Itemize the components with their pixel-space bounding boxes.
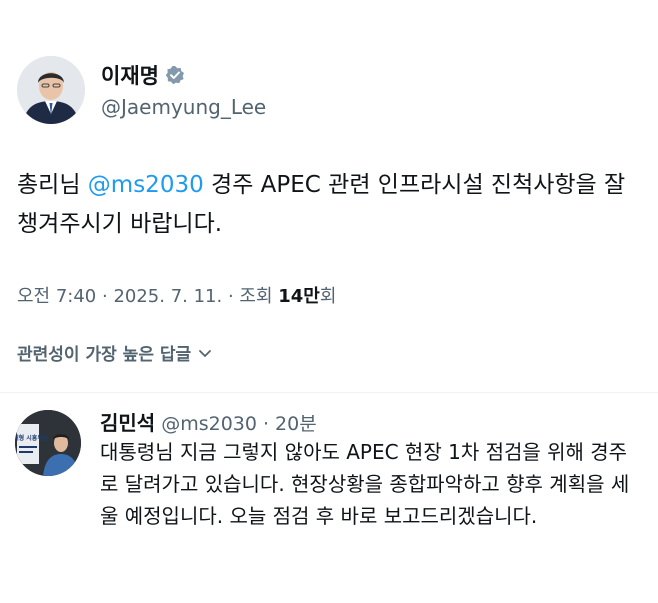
author-name-row: 이재명 bbox=[101, 60, 185, 90]
tweet-meta: 오전 7:40 · 2025. 7. 11. · 조회 14만회 bbox=[17, 282, 336, 308]
reply-time[interactable]: 20분 bbox=[275, 409, 317, 436]
author-handle[interactable]: @Jaemyung_Lee bbox=[101, 95, 266, 119]
meta-separator: · bbox=[96, 286, 114, 307]
chevron-down-icon bbox=[197, 345, 213, 361]
views-label: 조회 bbox=[239, 286, 279, 307]
tweet-date[interactable]: 2025. 7. 11. bbox=[113, 286, 222, 307]
reply-author-name[interactable]: 김민석 bbox=[100, 407, 155, 436]
views-label-suffix: 회 bbox=[319, 286, 337, 307]
reply-separator: · bbox=[262, 413, 270, 435]
replies-sort-label: 관련성이 가장 높은 답글 bbox=[17, 345, 192, 365]
mention-link[interactable]: @ms2030 bbox=[88, 172, 204, 198]
reply-author-handle[interactable]: @ms2030 bbox=[161, 413, 257, 435]
verified-badge-icon bbox=[165, 65, 185, 85]
tweet-text-part: 총리님 bbox=[17, 172, 88, 198]
reply-tweet[interactable]: 김대형 시흥위원 김민석 @ms2030 · 20분 대통령님 지금 그렇지 않… bbox=[0, 393, 658, 603]
avatar-sign-text: 김대형 시흥위원 bbox=[15, 434, 48, 442]
main-tweet: 이재명 @Jaemyung_Lee 총리님 @ms2030 경주 APEC 관련… bbox=[0, 0, 658, 392]
tweet-time[interactable]: 오전 7:40 bbox=[17, 286, 96, 307]
reply-header: 김민석 @ms2030 · 20분 bbox=[100, 407, 317, 436]
tweet-text: 총리님 @ms2030 경주 APEC 관련 인프라시설 진척사항을 잘 챙겨주… bbox=[17, 166, 637, 244]
replies-sort-dropdown[interactable]: 관련성이 가장 높은 답글 bbox=[17, 340, 213, 365]
reply-avatar[interactable]: 김대형 시흥위원 bbox=[15, 410, 81, 476]
author-avatar[interactable] bbox=[17, 56, 85, 124]
views-count: 14만 bbox=[278, 286, 320, 307]
meta-separator: · bbox=[222, 286, 240, 307]
author-name[interactable]: 이재명 bbox=[101, 60, 159, 90]
reply-text: 대통령님 지금 그렇지 않아도 APEC 현장 1차 점검을 위해 경주로 달려… bbox=[100, 440, 630, 528]
